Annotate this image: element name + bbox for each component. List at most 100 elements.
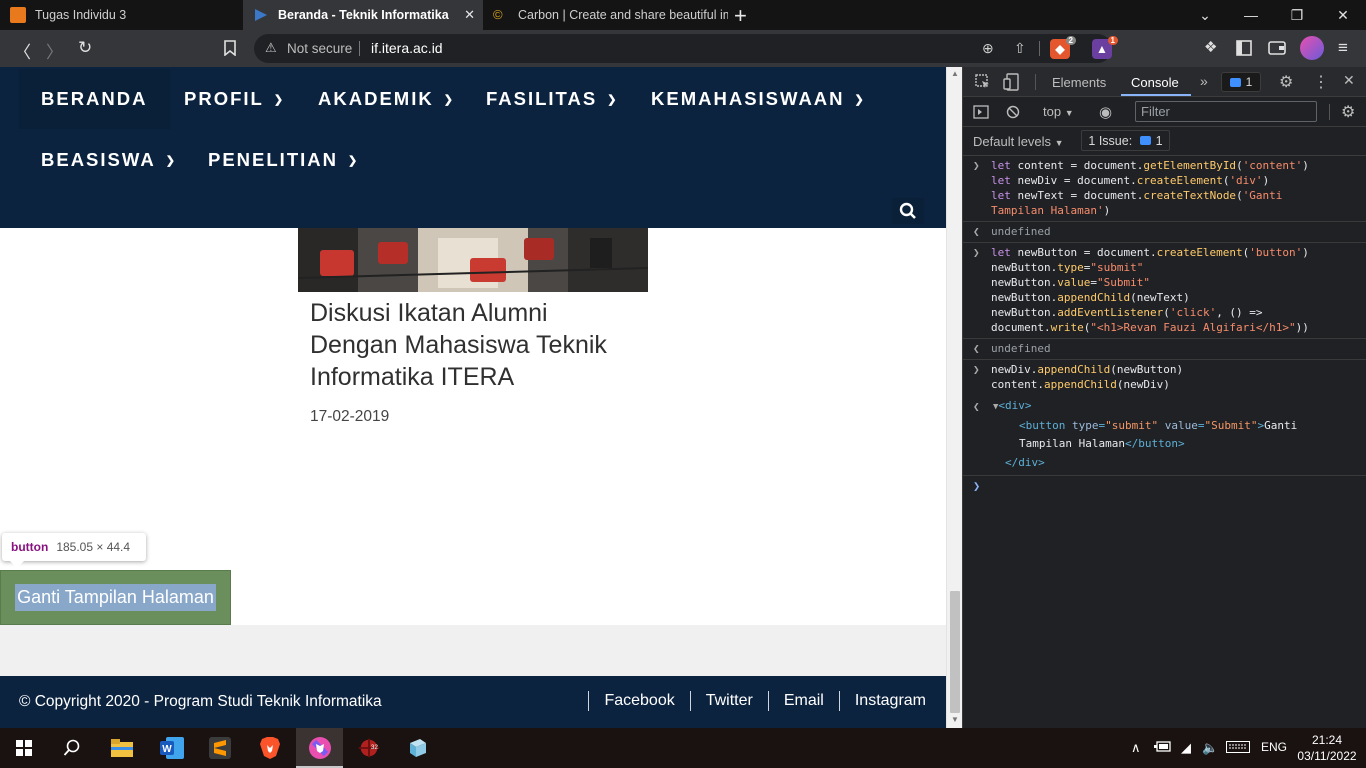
tab-elements[interactable]: Elements xyxy=(1052,75,1106,90)
post-title[interactable]: Diskusi Ikatan Alumni Dengan Mahasiswa T… xyxy=(310,297,640,393)
divider xyxy=(1035,74,1036,90)
levels-dropdown[interactable]: Default levels ▼ xyxy=(973,134,1064,149)
chevron-down-icon: ❯ xyxy=(607,93,617,106)
footer-link-email[interactable]: Email xyxy=(784,692,824,710)
footer-link-twitter[interactable]: Twitter xyxy=(706,692,753,710)
tab-tugas-individu[interactable]: Tugas Individu 3 xyxy=(0,0,243,30)
tooltip-arrow xyxy=(10,561,24,568)
console-toolbar: top ▼ ◉ Filter ⚙ xyxy=(963,97,1366,127)
nav-beasiswa[interactable]: BEASISWA ❯ xyxy=(41,130,175,190)
taskbar-search-icon[interactable] xyxy=(63,739,81,757)
live-expression-eye-icon[interactable]: ◉ xyxy=(1099,103,1112,121)
inspect-tooltip: button 185.05 × 44.4 xyxy=(2,533,146,561)
zoom-icon[interactable]: ⊕ xyxy=(982,40,994,57)
volume-icon[interactable]: 🔈 xyxy=(1202,740,1218,756)
scrollbar-thumb[interactable] xyxy=(950,591,960,713)
brave-rewards-icon[interactable]: ▲ 1 xyxy=(1092,36,1118,59)
forward-icon[interactable]: 〉 xyxy=(46,38,63,63)
language-indicator[interactable]: ENG xyxy=(1261,740,1287,754)
share-icon[interactable]: ⇧ xyxy=(1014,40,1026,57)
nav-fasilitas[interactable]: FASILITAS ❯ xyxy=(486,69,616,129)
sidebar-toggle-icon[interactable] xyxy=(973,105,989,119)
tab-beranda[interactable]: Beranda - Teknik Informatika ✕ xyxy=(243,0,483,30)
system-clock[interactable]: 21:24 03/11/2022 xyxy=(1296,732,1358,764)
footer-links: Facebook Twitter Email Instagram xyxy=(573,691,926,711)
active-tab-indicator xyxy=(1121,94,1191,96)
minimize-icon[interactable]: — xyxy=(1228,0,1274,30)
nav-profil[interactable]: PROFIL ❯ xyxy=(184,69,283,129)
console-input-entry[interactable]: ❯ let newButton = document.createElement… xyxy=(963,243,1366,339)
result-arrow-icon: ❮ xyxy=(973,225,980,238)
site-search-button[interactable] xyxy=(892,198,924,224)
kebab-menu-icon[interactable]: ⋮ xyxy=(1313,72,1329,92)
brave-beta-icon[interactable] xyxy=(308,736,332,760)
tab-search-chevron-icon[interactable]: ⌄ xyxy=(1182,0,1228,30)
clear-console-icon[interactable] xyxy=(1006,105,1020,119)
word-icon[interactable]: W xyxy=(160,736,184,760)
new-tab-icon[interactable]: + xyxy=(734,3,747,29)
tab-carbon[interactable]: © Carbon | Create and share beautiful im xyxy=(483,0,728,30)
address-bar[interactable]: ⚠ Not secure if.itera.ac.id ⊕ ⇧ ◆ 2 ▲ 1 xyxy=(254,34,1118,63)
tray-overflow-icon[interactable]: ∧ xyxy=(1131,740,1141,756)
keyboard-icon[interactable] xyxy=(1226,741,1250,753)
nav-label: BERANDA xyxy=(41,88,148,109)
nav-beranda[interactable]: BERANDA xyxy=(19,69,170,129)
close-window-icon[interactable]: ✕ xyxy=(1320,0,1366,30)
sublime-text-icon[interactable] xyxy=(208,736,232,760)
ganti-tampilan-button[interactable]: Ganti Tampilan Halaman xyxy=(0,570,231,625)
tab-console[interactable]: Console xyxy=(1131,75,1179,90)
input-chevron-icon: ❯ xyxy=(973,159,980,172)
bookmark-icon[interactable] xyxy=(224,40,236,56)
result-value: undefined xyxy=(991,225,1051,238)
reload-icon[interactable]: ↻ xyxy=(78,38,92,58)
context-select[interactable]: top ▼ xyxy=(1043,104,1074,119)
result-arrow-icon: ❮ xyxy=(973,342,980,355)
page-scrollbar[interactable]: ▲ ▼ xyxy=(946,67,962,728)
console-input-entry[interactable]: ❯ newDiv.appendChild(newButton) content.… xyxy=(963,360,1366,395)
device-toolbar-icon[interactable] xyxy=(1003,73,1019,91)
file-explorer-icon[interactable] xyxy=(110,736,134,760)
console-output[interactable]: ❯ let content = document.getElementById(… xyxy=(963,156,1366,497)
filter-input[interactable]: Filter xyxy=(1135,101,1317,122)
settings-gear-icon[interactable]: ⚙ xyxy=(1279,72,1293,92)
nav-kemahasiswaan[interactable]: KEMAHASISWAAN ❯ xyxy=(651,69,864,129)
restore-icon[interactable]: ❐ xyxy=(1274,0,1320,30)
menu-icon[interactable]: ≡ xyxy=(1338,38,1348,58)
page-spacer xyxy=(0,625,946,676)
profile-avatar[interactable] xyxy=(1300,36,1324,60)
sidebar-icon[interactable] xyxy=(1236,40,1252,56)
nav-akademik[interactable]: AKADEMIK ❯ xyxy=(318,69,453,129)
battery-icon[interactable] xyxy=(1154,741,1172,754)
issues-button[interactable]: 1 Issue: 1 xyxy=(1081,130,1170,151)
site-footer: © Copyright 2020 - Program Studi Teknik … xyxy=(0,676,946,728)
app-cube-icon[interactable] xyxy=(405,736,429,760)
scroll-down-icon[interactable]: ▼ xyxy=(951,715,959,724)
close-tab-icon[interactable]: ✕ xyxy=(464,7,475,23)
divider xyxy=(689,691,691,711)
back-icon[interactable]: 〈 xyxy=(14,38,31,63)
more-tabs-icon[interactable]: » xyxy=(1200,73,1208,89)
console-prompt[interactable]: ❯ xyxy=(963,476,1366,497)
url-text[interactable]: if.itera.ac.id xyxy=(371,40,443,56)
chevron-down-icon: ❯ xyxy=(854,93,864,106)
close-devtools-icon[interactable]: ✕ xyxy=(1343,72,1355,89)
brave-shields-icon[interactable]: ◆ 2 xyxy=(1050,36,1076,59)
footer-link-facebook[interactable]: Facebook xyxy=(604,692,674,710)
console-input-entry[interactable]: ❯ let content = document.getElementById(… xyxy=(963,156,1366,222)
extensions-puzzle-icon[interactable]: ❖ xyxy=(1204,38,1217,56)
wifi-icon[interactable]: ◢ xyxy=(1181,740,1191,756)
inspect-element-icon[interactable] xyxy=(975,74,991,90)
scroll-up-icon[interactable]: ▲ xyxy=(951,69,959,78)
console-result-dom-tree[interactable]: ❮ ▼<div> <button type="submit" value="Su… xyxy=(963,395,1366,476)
issues-badge[interactable]: 1 xyxy=(1221,72,1261,92)
footer-link-instagram[interactable]: Instagram xyxy=(855,692,926,710)
nav-penelitian[interactable]: PENELITIAN ❯ xyxy=(208,130,357,190)
console-settings-gear-icon[interactable]: ⚙ xyxy=(1341,102,1355,122)
nav-label: FASILITAS xyxy=(486,88,598,109)
wallet-icon[interactable] xyxy=(1268,41,1286,55)
post-thumbnail-image[interactable] xyxy=(298,228,648,292)
start-windows-icon[interactable] xyxy=(16,740,32,756)
carbon-favicon-icon: © xyxy=(493,7,503,22)
game-app-icon[interactable]: 32 xyxy=(357,736,381,760)
brave-browser-icon[interactable] xyxy=(258,736,282,760)
